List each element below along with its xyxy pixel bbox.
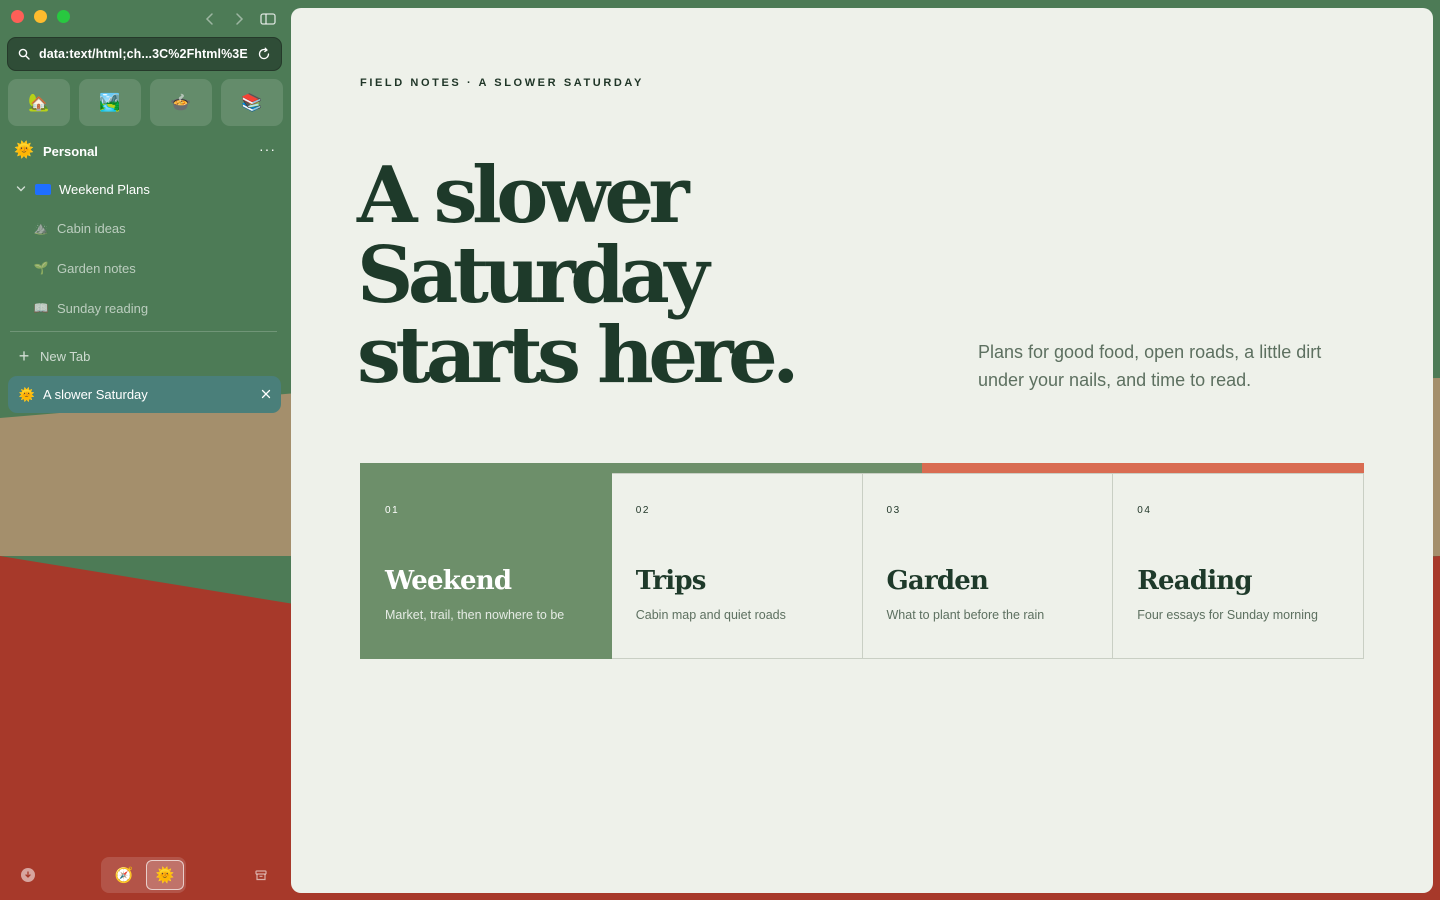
space-name: Personal — [43, 143, 98, 159]
sun-icon: 🌞 — [18, 386, 36, 402]
space-switch-sun[interactable]: 🌞 — [146, 860, 184, 890]
sidebar-toggle-button[interactable] — [259, 11, 277, 27]
zoom-window-button[interactable] — [57, 10, 70, 23]
sidebar-divider — [10, 331, 277, 332]
card-subtitle: Four essays for Sunday morning — [1137, 608, 1318, 622]
card-number: 04 — [1137, 505, 1152, 516]
address-bar[interactable]: data:text/html;ch...3C%2Fhtml%3E — [7, 37, 282, 71]
books-icon: 📚 — [241, 92, 263, 112]
card-number: 02 — [635, 505, 651, 516]
sidebar-icon — [260, 13, 276, 25]
page-headline: A slower Saturday starts here. — [357, 150, 799, 401]
card-subtitle: Market, trail, then nowhere to be — [385, 608, 565, 622]
tab-garden-notes[interactable]: 🌱 Garden notes — [32, 258, 136, 278]
url-text[interactable]: data:text/html;ch...3C%2Fhtml%3E — [39, 47, 257, 61]
compass-icon: 🧭 — [114, 867, 134, 884]
card-subtitle: Cabin map and quiet roads — [635, 608, 786, 622]
card-number: 03 — [886, 505, 901, 516]
back-button[interactable] — [201, 11, 219, 27]
favorite-tile-house[interactable]: 🏡 — [8, 79, 70, 126]
card-garden[interactable]: 03 Garden What to plant before the rain — [862, 473, 1114, 659]
card-weekend[interactable]: 01 Weekend Market, trail, then nowhere t… — [360, 473, 612, 659]
tab-label: Sunday reading — [57, 300, 149, 316]
card-title: Reading — [1137, 566, 1252, 596]
close-window-button[interactable] — [11, 10, 24, 23]
close-icon[interactable] — [260, 388, 272, 400]
card-title: Weekend — [385, 566, 512, 596]
new-tab-label: New Tab — [40, 348, 91, 364]
minimize-window-button[interactable] — [34, 10, 47, 23]
space-header[interactable]: 🌞 Personal ··· — [14, 140, 280, 162]
favorite-tile-park[interactable]: 🏞️ — [79, 79, 141, 126]
page-kicker: FIELD NOTES · A SLOWER SATURDAY — [360, 77, 644, 89]
active-tab[interactable]: 🌞 A slower Saturday — [8, 376, 281, 413]
card-reading[interactable]: 04 Reading Four essays for Sunday mornin… — [1113, 473, 1364, 659]
search-icon — [18, 48, 30, 60]
card-number: 01 — [385, 505, 400, 516]
page-lede: Plans for good food, open roads, a littl… — [978, 342, 1322, 390]
house-icon: 🏡 — [28, 92, 50, 112]
reload-icon[interactable] — [257, 47, 271, 61]
forward-button[interactable] — [230, 11, 248, 27]
pinned-favorites: 🏡 🏞️ 🍲 📚 — [8, 79, 283, 126]
sun-icon: 🌞 — [155, 867, 175, 884]
more-options-icon[interactable]: ··· — [259, 140, 276, 158]
chevron-down-icon[interactable] — [14, 182, 28, 196]
favorite-tile-books[interactable]: 📚 — [221, 79, 283, 126]
space-switcher: 🧭 🌞 — [101, 857, 186, 893]
tab-label: Cabin ideas — [57, 220, 126, 236]
favorite-tile-stew[interactable]: 🍲 — [150, 79, 212, 126]
chevron-right-icon — [236, 13, 244, 25]
tab-sunday-reading[interactable]: 📖 Sunday reading — [32, 298, 149, 318]
download-icon — [25, 871, 31, 878]
plus-icon: + — [18, 346, 30, 366]
progress-fill — [360, 463, 923, 473]
folder-weekend-plans[interactable]: Weekend Plans — [14, 179, 150, 199]
archive-icon[interactable] — [254, 868, 268, 882]
card-title: Trips — [635, 566, 707, 596]
progress-bar — [360, 463, 1364, 473]
folder-label: Weekend Plans — [59, 181, 150, 197]
space-switch-compass[interactable]: 🧭 — [105, 860, 143, 890]
stew-icon: 🍲 — [170, 92, 192, 112]
seedling-icon: 🌱 — [33, 261, 49, 275]
folder-icon — [35, 183, 51, 195]
web-page: FIELD NOTES · A SLOWER SATURDAY A slower… — [291, 8, 1433, 893]
card-trips[interactable]: 02 Trips Cabin map and quiet roads — [611, 473, 863, 659]
card-title: Garden — [886, 566, 989, 596]
section-cards: 01 Weekend Market, trail, then nowhere t… — [360, 473, 1364, 659]
active-tab-label: A slower Saturday — [43, 387, 148, 402]
tab-label: Garden notes — [57, 260, 136, 276]
mountain-icon: ⛰️ — [33, 221, 49, 235]
downloads-button[interactable] — [21, 868, 35, 882]
book-icon: 📖 — [33, 301, 49, 315]
card-subtitle: What to plant before the rain — [886, 608, 1045, 622]
chevron-left-icon — [205, 13, 213, 25]
sun-icon: 🌞 — [14, 142, 34, 159]
tab-cabin-ideas[interactable]: ⛰️ Cabin ideas — [32, 218, 126, 238]
park-icon: 🏞️ — [99, 92, 121, 112]
new-tab-button[interactable]: + New Tab — [17, 346, 91, 366]
